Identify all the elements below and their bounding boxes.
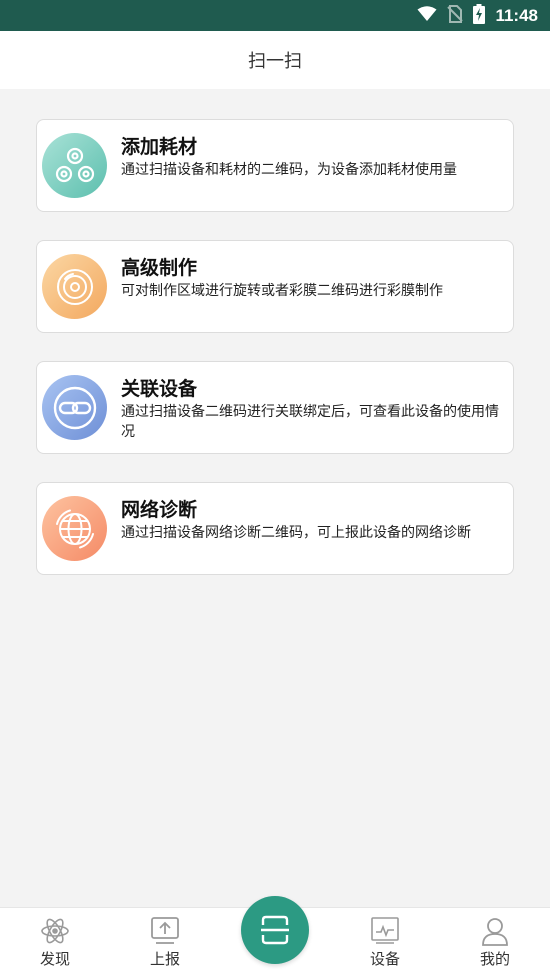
card-title: 添加耗材 bbox=[121, 136, 198, 158]
bottom-tab-bar: 发现 上报 设备 我的 bbox=[0, 896, 550, 977]
consumables-icon bbox=[42, 133, 107, 198]
card-title: 高级制作 bbox=[121, 257, 198, 279]
monitor-icon bbox=[371, 917, 399, 944]
tab-report[interactable]: 上报 bbox=[130, 916, 200, 969]
card-description: 通过扫描设备网络诊断二维码，可上报此设备的网络诊断 bbox=[121, 525, 471, 541]
scan-button[interactable] bbox=[241, 896, 309, 964]
tab-label: 上报 bbox=[149, 950, 180, 968]
person-icon bbox=[482, 918, 508, 946]
tab-mine[interactable]: 我的 bbox=[460, 916, 530, 969]
globe-icon bbox=[42, 496, 107, 561]
upload-icon bbox=[151, 917, 179, 944]
card-advanced-production[interactable]: 高级制作 可对制作区域进行旋转或者彩膜二维码进行彩膜制作 bbox=[36, 240, 514, 333]
card-link-device[interactable]: 关联设备 通过扫描设备二维码进行关联绑定后，可查看此设备的使用情况 bbox=[36, 361, 514, 454]
card-description: 通过扫描设备和耗材的二维码，为设备添加耗材使用量 bbox=[121, 162, 457, 178]
status-bar: 11:48 bbox=[0, 0, 550, 31]
card-title: 关联设备 bbox=[121, 378, 198, 400]
status-time: 11:48 bbox=[495, 5, 538, 25]
scan-icon bbox=[261, 915, 289, 945]
link-icon bbox=[42, 375, 107, 440]
no-sim-icon bbox=[447, 4, 464, 27]
card-description: 可对制作区域进行旋转或者彩膜二维码进行彩膜制作 bbox=[121, 283, 443, 299]
tab-label: 发现 bbox=[39, 950, 70, 968]
tab-devices[interactable]: 设备 bbox=[350, 916, 420, 969]
card-title: 网络诊断 bbox=[121, 499, 198, 521]
page-title: 扫一扫 bbox=[248, 51, 302, 72]
tab-label: 我的 bbox=[479, 950, 510, 968]
disc-icon bbox=[42, 254, 107, 319]
app-header: 扫一扫 bbox=[0, 31, 550, 89]
battery-charging-icon bbox=[473, 3, 486, 28]
wifi-icon bbox=[417, 5, 437, 26]
tab-label: 设备 bbox=[369, 950, 400, 968]
card-description: 通过扫描设备二维码进行关联绑定后，可查看此设备的使用情况 bbox=[121, 404, 499, 440]
card-network-diagnosis[interactable]: 网络诊断 通过扫描设备网络诊断二维码，可上报此设备的网络诊断 bbox=[36, 482, 514, 575]
card-add-consumables[interactable]: 添加耗材 通过扫描设备和耗材的二维码，为设备添加耗材使用量 bbox=[36, 119, 514, 212]
tab-discover[interactable]: 发现 bbox=[20, 916, 90, 969]
atom-icon bbox=[41, 918, 69, 944]
